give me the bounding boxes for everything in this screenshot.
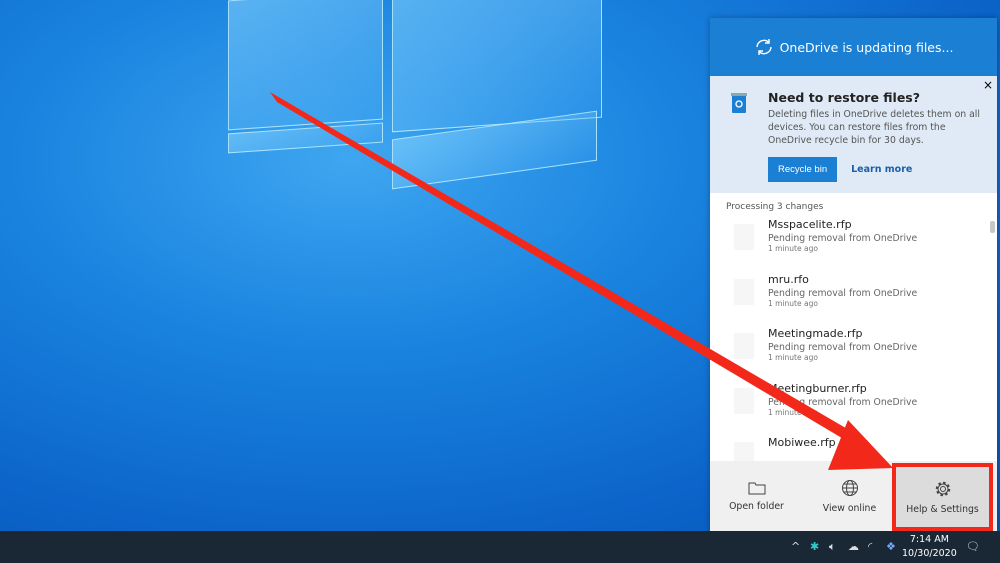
file-icon	[734, 333, 754, 359]
file-name: Meetingmade.rfp	[768, 327, 863, 340]
wifi-icon[interactable]: ◜	[868, 540, 872, 553]
windows-logo-pane	[392, 0, 602, 133]
file-icon	[734, 278, 754, 305]
view-online-label: View online	[822, 502, 877, 514]
onedrive-flyout: OneDrive is updating files... × Need to …	[710, 18, 997, 531]
learn-more-link[interactable]: Learn more	[851, 164, 912, 175]
processing-heading: Processing 3 changes	[726, 202, 824, 212]
file-status: Pending removal from OneDrive	[768, 233, 918, 244]
file-icon	[734, 387, 754, 414]
banner-title: Need to restore files?	[768, 90, 920, 105]
sync-icon	[755, 39, 772, 55]
file-status: Pending removal from OneDrive	[768, 396, 918, 408]
file-time: 1 minute ago	[768, 244, 818, 253]
list-item[interactable]: Msspacelite.rfp Pending removal from OneD…	[710, 218, 997, 273]
file-time: 1 minute ago	[768, 407, 818, 417]
file-time: 1 minute ago	[768, 298, 818, 308]
open-folder-label: Open folder	[729, 500, 784, 512]
restore-banner: × Need to restore files? Deleting files …	[710, 76, 997, 193]
volume-icon[interactable]: 🔈︎	[829, 540, 836, 554]
windows-logo-pane	[228, 0, 383, 131]
file-name: Mobiwee.rfp	[768, 436, 836, 449]
file-time: 1 minute ago	[768, 353, 818, 362]
view-online-button[interactable]: View online	[803, 461, 896, 531]
dropbox-icon[interactable]: ❖	[886, 540, 896, 553]
open-folder-button[interactable]: Open folder	[710, 461, 803, 531]
list-item[interactable]: Mobiwee.rfp	[710, 436, 997, 461]
slack-icon[interactable]: ✱	[810, 540, 819, 553]
globe-icon	[841, 479, 858, 496]
file-name: Msspacelite.rfp	[768, 218, 852, 231]
list-item[interactable]: Meetingmade.rfp Pending removal from OneD…	[710, 327, 997, 382]
help-settings-label: Help & Settings	[906, 503, 979, 515]
activity-list[interactable]: Processing 3 changes Msspacelite.rfp Pend…	[710, 193, 997, 461]
list-item[interactable]: Meetingburner.rfp Pending removal from On…	[710, 382, 997, 437]
onedrive-cloud-icon[interactable]: ☁	[848, 540, 859, 553]
notifications-icon[interactable]: 🗨︎	[966, 540, 980, 553]
banner-body: Deleting files in OneDrive deletes them …	[768, 109, 980, 146]
file-status: Pending removal from OneDrive	[768, 287, 918, 299]
file-name: mru.rfo	[768, 272, 809, 286]
recycle-bin-icon	[731, 93, 747, 113]
file-status: Pending removal from OneDrive	[768, 342, 918, 353]
clock[interactable]: 7:14 AM 10/30/2020	[902, 533, 957, 561]
recycle-bin-button[interactable]: Recycle bin	[768, 157, 838, 182]
file-name: Meetingburner.rfp	[768, 381, 867, 395]
close-icon[interactable]: ×	[983, 78, 993, 92]
file-icon	[734, 442, 754, 461]
flyout-footer: Open folder View online Help & Settings	[710, 461, 997, 531]
clock-time: 7:14 AM	[909, 534, 949, 545]
flyout-header: OneDrive is updating files...	[710, 18, 997, 76]
list-item[interactable]: mru.rfo Pending removal from OneDrive 1 mi…	[710, 273, 997, 328]
taskbar: ^ ✱ 🔈︎ ☁ ◜ ❖ 7:14 AM 10/30/2020 🗨︎	[0, 531, 1000, 563]
clock-date: 10/30/2020	[902, 548, 957, 559]
help-settings-button[interactable]: Help & Settings	[892, 463, 993, 531]
file-icon	[734, 224, 754, 250]
flyout-title: OneDrive is updating files...	[779, 39, 954, 55]
gear-icon	[935, 481, 950, 496]
folder-icon	[748, 482, 765, 494]
show-hidden-icons-chevron-icon[interactable]: ^	[791, 540, 800, 553]
